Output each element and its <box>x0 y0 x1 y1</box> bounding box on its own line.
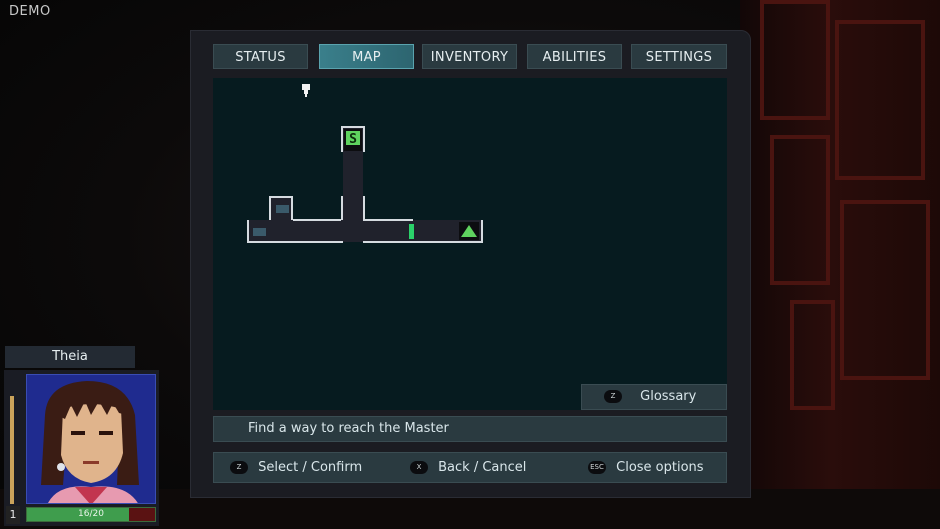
tab-map[interactable]: MAP <box>319 44 414 69</box>
demo-label: DEMO <box>9 4 51 19</box>
tab-inventory[interactable]: INVENTORY <box>422 44 517 69</box>
save-room-icon: S <box>344 129 362 151</box>
tab-status[interactable]: STATUS <box>213 44 308 69</box>
control-label: Back / Cancel <box>438 460 527 475</box>
z-key-icon: Z <box>604 390 622 403</box>
hp-text: 16/20 <box>78 509 104 519</box>
control-label: Select / Confirm <box>258 460 363 475</box>
control-close[interactable]: ESC Close options <box>588 460 704 475</box>
player-position-icon <box>459 222 479 240</box>
save-room-label: S <box>349 132 357 147</box>
objective-text: Find a way to reach the Master <box>213 416 727 442</box>
glossary-button[interactable]: Z Glossary <box>581 384 727 410</box>
map-view[interactable]: S <box>213 78 727 410</box>
z-key-icon: Z <box>230 461 248 474</box>
map-marker-icon <box>302 84 310 97</box>
control-select[interactable]: Z Select / Confirm <box>230 460 362 475</box>
control-back[interactable]: X Back / Cancel <box>410 460 526 475</box>
esc-key-icon: ESC <box>588 461 606 474</box>
map-canvas: S <box>247 84 483 243</box>
character-portrait <box>26 374 156 504</box>
controls-bar: Z Select / Confirm X Back / Cancel ESC C… <box>213 452 727 483</box>
character-level: 1 <box>6 506 20 524</box>
control-label: Close options <box>616 460 704 475</box>
character-name: Theia <box>5 346 135 368</box>
green-door-icon <box>409 224 414 239</box>
stamina-gauge <box>10 396 14 504</box>
glossary-label: Glossary <box>640 389 697 404</box>
x-key-icon: X <box>410 461 428 474</box>
tab-settings[interactable]: SETTINGS <box>631 44 727 69</box>
background-lattice-wall <box>740 0 940 529</box>
tab-abilities[interactable]: ABILITIES <box>527 44 622 69</box>
hp-bar: 16/20 <box>26 507 156 522</box>
